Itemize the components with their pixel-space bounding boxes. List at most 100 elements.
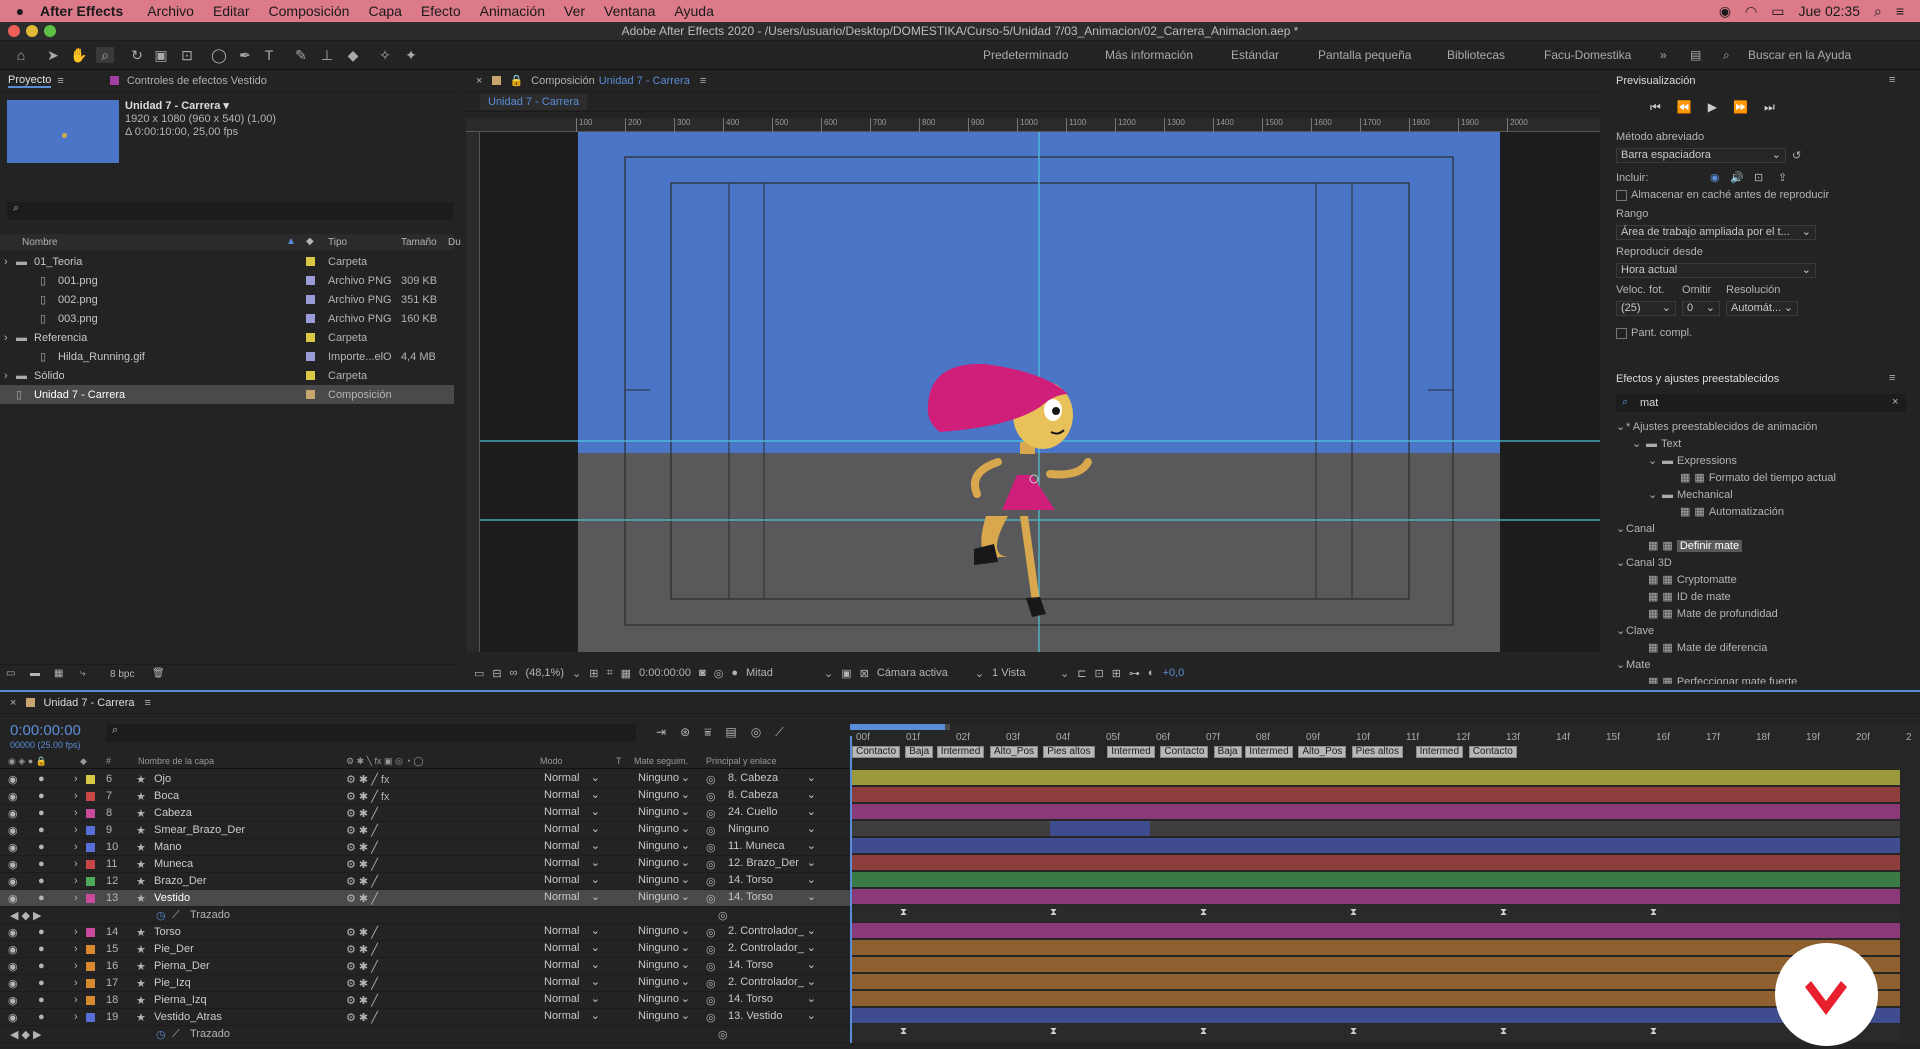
- clone-stamp-tool-icon[interactable]: ⊥: [318, 47, 336, 63]
- selection-tool-icon[interactable]: ➤: [44, 47, 62, 63]
- layer-name[interactable]: Brazo_Der: [154, 875, 207, 887]
- chevron-down-icon[interactable]: ⌄: [1616, 522, 1626, 535]
- label-color[interactable]: [306, 352, 315, 361]
- label-color[interactable]: [86, 944, 95, 954]
- shy-switch-icon[interactable]: ⚙ ✱ ╱: [346, 807, 378, 820]
- resolution-dropdown[interactable]: Mitad: [746, 667, 816, 679]
- layer-property-row[interactable]: ◀ ◆ ▶ ◷ ⟋ Trazado ◎: [0, 1026, 850, 1043]
- chevron-down-icon[interactable]: ⌄: [1648, 454, 1658, 467]
- effects-tree-item[interactable]: ▦ ▦ Definir mate: [1606, 537, 1920, 554]
- header-type[interactable]: Tipo: [328, 237, 347, 248]
- menu-archivo[interactable]: Archivo: [147, 3, 194, 19]
- shy-switch-icon[interactable]: ⚙ ✱ ╱: [346, 841, 378, 854]
- expand-chevron-icon[interactable]: ›: [74, 960, 78, 972]
- project-search-input[interactable]: ⌕: [7, 202, 453, 220]
- label-color[interactable]: [86, 978, 95, 988]
- timeline-icon[interactable]: ⊞: [1112, 667, 1121, 680]
- layer-row[interactable]: ◉ ● › 11 ★ Muneca ⚙ ✱ ╱ Normal ⌄ Ninguno ⌄…: [0, 856, 850, 873]
- visibility-eye-icon[interactable]: ◉: [8, 960, 18, 973]
- chevron-down-icon[interactable]: ⌄: [1616, 658, 1626, 671]
- playhead[interactable]: [850, 736, 852, 1043]
- layer-duration-bar[interactable]: [850, 974, 1900, 989]
- visibility-eye-icon[interactable]: ◉: [8, 892, 18, 905]
- expand-chevron-icon[interactable]: ›: [4, 332, 8, 344]
- comp-marker[interactable]: Intermed: [1107, 746, 1155, 758]
- keyframe-icon[interactable]: ⧗: [1200, 907, 1207, 918]
- mode-dropdown[interactable]: Normal ⌄: [540, 874, 604, 889]
- pickwhip-icon[interactable]: ◎: [718, 1028, 728, 1041]
- chevron-down-icon[interactable]: ⌄: [1060, 667, 1069, 680]
- parent-dropdown[interactable]: 11. Muneca ⌄: [724, 840, 820, 855]
- include-video-icon[interactable]: ◉: [1710, 171, 1720, 184]
- reset-exposure-icon[interactable]: ◐: [1148, 667, 1155, 679]
- expand-chevron-icon[interactable]: ›: [4, 256, 8, 268]
- close-tab-icon[interactable]: ×: [10, 697, 16, 709]
- visibility-eye-icon[interactable]: ◉: [8, 858, 18, 871]
- skip-dropdown[interactable]: 0 ⌄: [1682, 301, 1720, 316]
- comp-marker[interactable]: Contacto: [1468, 746, 1517, 758]
- visibility-eye-icon[interactable]: ◉: [8, 875, 18, 888]
- range-dropdown[interactable]: Área de trabajo ampliada por el t... ⌄: [1616, 225, 1816, 240]
- comp-marker[interactable]: Pies altos: [1351, 746, 1403, 758]
- expand-chevron-icon[interactable]: ›: [74, 875, 78, 887]
- visibility-eye-icon[interactable]: ◉: [8, 977, 18, 990]
- workspace-1[interactable]: Más información: [1105, 48, 1193, 62]
- layer-duration-bar[interactable]: [850, 889, 1900, 904]
- solo-icon[interactable]: ●: [38, 790, 45, 802]
- solo-icon[interactable]: ●: [38, 824, 45, 836]
- layer-row[interactable]: ◉ ● › 17 ★ Pie_Izq ⚙ ✱ ╱ Normal ⌄ Ninguno…: [0, 975, 850, 992]
- expand-chevron-icon[interactable]: ›: [74, 807, 78, 819]
- roto-brush-tool-icon[interactable]: ✧: [376, 47, 394, 63]
- help-search-input[interactable]: Buscar en la Ayuda: [1748, 48, 1851, 62]
- spotlight-icon[interactable]: ⌕: [1874, 3, 1882, 20]
- chevron-down-icon[interactable]: ⌄: [1616, 624, 1626, 637]
- effects-tree-item[interactable]: ▦ ▦ Formato del tiempo actual: [1606, 469, 1920, 486]
- stopwatch-icon[interactable]: ◷: [156, 1028, 166, 1041]
- project-item[interactable]: ▯ 003.png Archivo PNG 160 KB: [0, 309, 454, 328]
- matte-dropdown[interactable]: Ninguno ⌄: [634, 857, 694, 872]
- mode-dropdown[interactable]: Normal ⌄: [540, 891, 604, 906]
- previous-frame-icon[interactable]: ⏪: [1677, 100, 1692, 115]
- chevron-down-icon[interactable]: ⌄: [1616, 556, 1626, 569]
- layer-duration-bar[interactable]: [850, 923, 1900, 938]
- mode-dropdown[interactable]: Normal ⌄: [540, 772, 604, 787]
- matte-dropdown[interactable]: Ninguno ⌄: [634, 823, 694, 838]
- effects-tree-item[interactable]: ⌄ Clave: [1606, 622, 1920, 639]
- solo-icon[interactable]: ●: [38, 1011, 45, 1023]
- header-size[interactable]: Tamaño: [401, 237, 437, 248]
- channel-icon[interactable]: ●: [731, 667, 738, 679]
- graph-icon[interactable]: ⟋: [172, 1028, 180, 1041]
- menu-icon[interactable]: ≡: [1896, 3, 1904, 19]
- tab-composition-prefix[interactable]: Composición: [531, 75, 595, 87]
- effects-tree-item[interactable]: ▦ ▦ Mate de profundidad: [1606, 605, 1920, 622]
- resolution-dropdown[interactable]: Automát... ⌄: [1726, 301, 1798, 316]
- label-color[interactable]: [86, 893, 95, 903]
- matte-dropdown[interactable]: Ninguno ⌄: [634, 789, 694, 804]
- pickwhip-icon[interactable]: ◎: [718, 909, 728, 922]
- panel-menu-icon[interactable]: ≡: [1889, 74, 1895, 86]
- layer-name[interactable]: Torso: [154, 926, 181, 938]
- expand-chevron-icon[interactable]: ›: [74, 926, 78, 938]
- comp-marker[interactable]: Baja: [1213, 746, 1242, 758]
- effects-tree-item[interactable]: ⌄ ▬ Mechanical: [1606, 486, 1920, 503]
- shy-switch-icon[interactable]: ⚙ ✱ ╱: [346, 977, 378, 990]
- layer-duration-bar[interactable]: [850, 770, 1900, 785]
- pickwhip-icon[interactable]: ◎: [706, 858, 716, 871]
- clear-search-icon[interactable]: ×: [1892, 396, 1898, 408]
- expand-chevron-icon[interactable]: ›: [74, 994, 78, 1006]
- new-folder-icon[interactable]: ▬: [30, 668, 40, 679]
- mode-dropdown[interactable]: Normal ⌄: [540, 925, 604, 940]
- region-of-interest-icon[interactable]: ⌗: [606, 667, 612, 680]
- mode-dropdown[interactable]: Normal ⌄: [540, 993, 604, 1008]
- solo-icon[interactable]: ●: [38, 875, 45, 887]
- layer-name[interactable]: Boca: [154, 790, 179, 802]
- motion-blur-icon[interactable]: ◎: [751, 725, 761, 740]
- transparency-grid-icon[interactable]: ▦: [621, 667, 631, 680]
- matte-dropdown[interactable]: Ninguno ⌄: [634, 959, 694, 974]
- pickwhip-icon[interactable]: ◎: [706, 875, 716, 888]
- fast-preview-icon[interactable]: ⊟: [492, 667, 501, 680]
- label-color[interactable]: [306, 371, 315, 380]
- expand-chevron-icon[interactable]: ›: [74, 977, 78, 989]
- zoom-tool-icon[interactable]: ⌕: [96, 47, 114, 63]
- label-color[interactable]: [86, 774, 95, 784]
